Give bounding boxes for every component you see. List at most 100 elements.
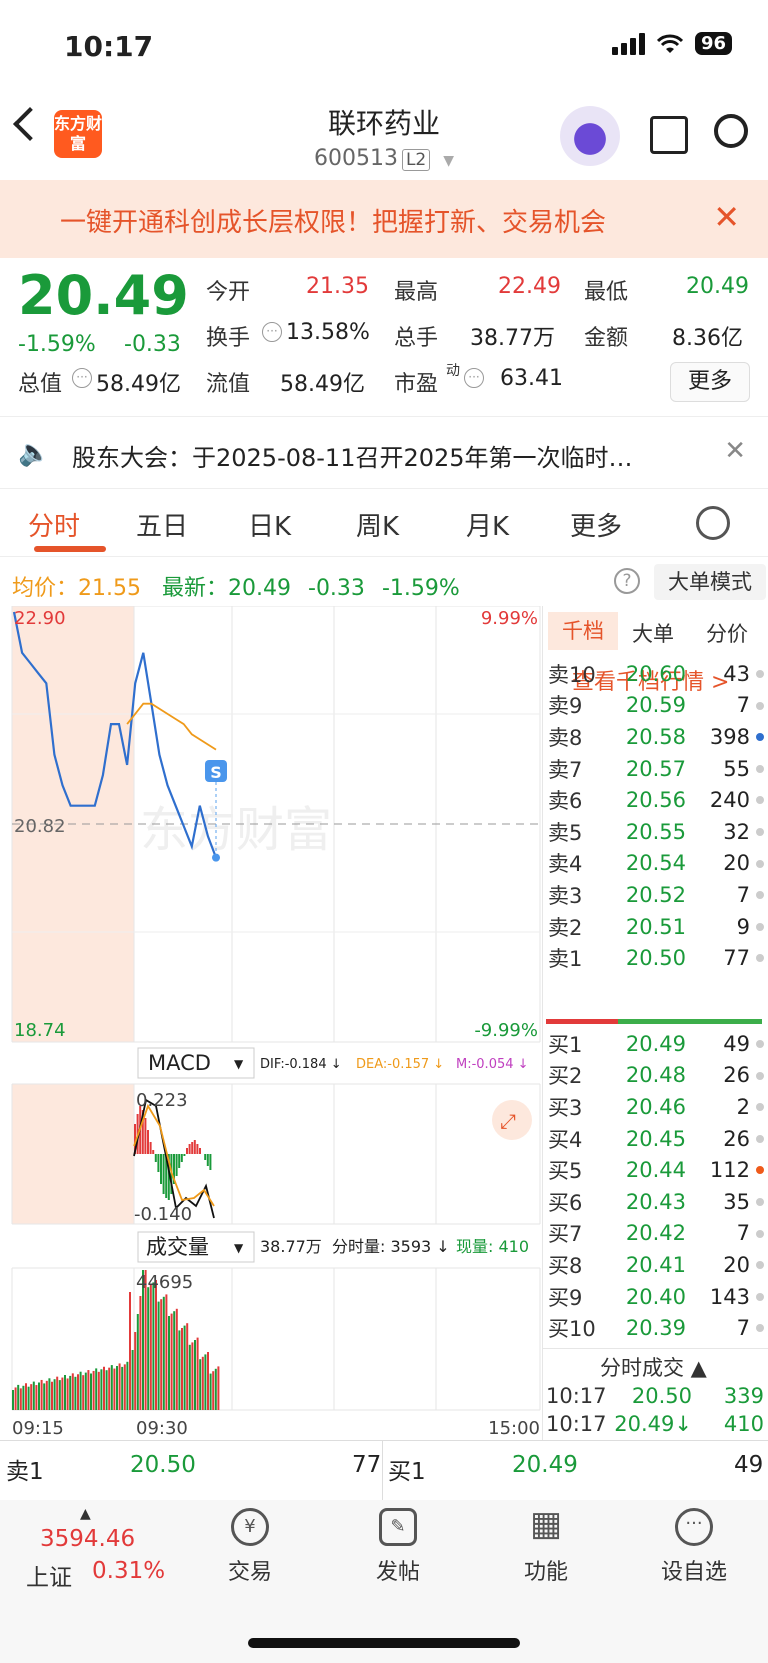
chevron-up-icon[interactable]: ▲ bbox=[80, 1506, 91, 1522]
bid-row[interactable]: 买9 20.40 143 bbox=[548, 1281, 764, 1313]
y-top-label: 22.90 bbox=[14, 608, 66, 629]
ask-row[interactable]: 卖3 20.52 7 bbox=[548, 879, 764, 911]
bid-price: 20.46 bbox=[625, 1094, 686, 1119]
ask-volume: 32 bbox=[723, 819, 750, 844]
volume-bar bbox=[56, 1376, 59, 1410]
ask-row[interactable]: 卖8 20.58 398 bbox=[548, 721, 764, 753]
ask-level-label: 卖10 bbox=[548, 662, 596, 687]
tab-fenshi[interactable]: 分时 bbox=[28, 506, 80, 543]
tab-more[interactable]: 更多 bbox=[570, 506, 622, 543]
tab-rik[interactable]: 日K bbox=[248, 506, 291, 543]
nav-functions[interactable]: ▦ 功能 bbox=[496, 1507, 596, 1586]
ask-level-label: 卖4 bbox=[548, 852, 583, 877]
x-tick-label: 09:30 bbox=[136, 1418, 188, 1439]
info-icon[interactable]: ··· bbox=[72, 368, 92, 388]
bid-row[interactable]: 买3 20.46 2 bbox=[548, 1091, 764, 1123]
bid-row[interactable]: 买1 20.49 49 bbox=[548, 1028, 764, 1060]
macd-bar bbox=[178, 1154, 181, 1168]
bottom-bid-vol: 49 bbox=[734, 1452, 764, 1478]
index-name[interactable]: 上证 bbox=[26, 1558, 72, 1592]
promo-banner-text[interactable]: 一键开通科创成长层权限！把握打新、交易机会 bbox=[60, 202, 606, 239]
bid-price: 20.45 bbox=[625, 1126, 686, 1151]
notice-text[interactable]: 股东大会：于2025-08-11召开2025年第一次临时… bbox=[72, 438, 633, 473]
info-icon[interactable]: ··· bbox=[464, 368, 484, 388]
index-pct[interactable]: 0.31% bbox=[92, 1558, 165, 1584]
ask-level-label: 卖1 bbox=[548, 947, 583, 972]
big-order-mode-button[interactable]: 大单模式 bbox=[654, 564, 766, 600]
volume-bar bbox=[45, 1380, 48, 1410]
bid-level-label: 买2 bbox=[548, 1064, 583, 1089]
ask-row[interactable]: 卖7 20.57 55 bbox=[548, 753, 764, 785]
help-icon[interactable]: ? bbox=[614, 568, 640, 594]
ask-row[interactable]: 卖9 20.59 7 bbox=[548, 690, 764, 722]
bid-level-label: 买9 bbox=[548, 1285, 583, 1310]
bid-row[interactable]: 买8 20.41 20 bbox=[548, 1249, 764, 1281]
nav-add-watchlist[interactable]: ··· 设自选 bbox=[644, 1508, 744, 1586]
bid-row[interactable]: 买5 20.44 112 bbox=[548, 1154, 764, 1186]
ask-volume: 240 bbox=[709, 788, 750, 813]
watermark: 东方财富 bbox=[140, 804, 332, 857]
intraday-chart[interactable]: 东方财富 S 22.90 20.82 18.74 9.99% -9.99% MA… bbox=[0, 606, 544, 1442]
macd-bar bbox=[157, 1154, 160, 1172]
gear-icon[interactable] bbox=[696, 506, 730, 540]
ask-row[interactable]: 卖10 20.60 43 bbox=[548, 658, 764, 690]
tab-zhouk[interactable]: 周K bbox=[356, 506, 399, 543]
mktcap-label: 总值 bbox=[18, 372, 63, 397]
volume-bar bbox=[27, 1386, 30, 1410]
index-value[interactable]: 3594.46 bbox=[40, 1526, 135, 1552]
battery-indicator: 96 bbox=[694, 32, 732, 55]
ask-price: 20.55 bbox=[625, 819, 686, 844]
ask-row[interactable]: 卖2 20.51 9 bbox=[548, 911, 764, 943]
bid-volume: 7 bbox=[736, 1316, 750, 1341]
macd-bars bbox=[133, 1098, 215, 1219]
tab-dadan[interactable]: 大单 bbox=[632, 618, 674, 648]
bid-price: 20.49 bbox=[625, 1031, 686, 1056]
tab-qiandang[interactable]: 千档 bbox=[548, 612, 618, 650]
volume-bar bbox=[126, 1361, 129, 1410]
tab-fenjia[interactable]: 分价 bbox=[706, 618, 748, 648]
volume-bar bbox=[32, 1381, 35, 1410]
tab-wuri[interactable]: 五日 bbox=[136, 506, 188, 543]
ask-row[interactable]: 卖4 20.54 20 bbox=[548, 848, 764, 880]
close-icon[interactable]: ✕ bbox=[724, 436, 746, 466]
y-bot-label: 18.74 bbox=[14, 1020, 66, 1041]
macd-dea: DEA:-0.157 ↓ bbox=[356, 1057, 444, 1072]
trades-title[interactable]: 分时成交 ▲ bbox=[600, 1352, 707, 1382]
divider bbox=[0, 556, 768, 557]
chevron-down-icon: ▼ bbox=[234, 1241, 244, 1255]
macd-bar bbox=[193, 1140, 196, 1154]
volume-bar bbox=[82, 1375, 85, 1410]
ask-row[interactable]: 卖6 20.56 240 bbox=[548, 784, 764, 816]
ask-volume: 55 bbox=[723, 756, 750, 781]
close-icon[interactable]: ✕ bbox=[713, 198, 740, 236]
more-button[interactable]: 更多 bbox=[670, 362, 750, 402]
search-icon[interactable] bbox=[714, 114, 748, 148]
ask-row[interactable]: 卖1 20.50 77 bbox=[548, 942, 764, 974]
x-tick-label: 09:15 bbox=[12, 1418, 64, 1439]
ask-price: 20.52 bbox=[625, 882, 686, 907]
bid-row[interactable]: 买4 20.45 26 bbox=[548, 1123, 764, 1155]
bid-row[interactable]: 买2 20.48 26 bbox=[548, 1060, 764, 1092]
volume-bar bbox=[58, 1380, 61, 1410]
order-dot-icon bbox=[756, 1229, 764, 1238]
bid-ask-ratio-bar bbox=[546, 1019, 762, 1024]
volume-label: 成交量 bbox=[146, 1235, 209, 1259]
tab-yuek[interactable]: 月K bbox=[466, 506, 509, 543]
turnover-value: 13.58% bbox=[286, 320, 370, 345]
nav-trade[interactable]: ¥ 交易 bbox=[200, 1508, 300, 1586]
assistant-avatar-icon[interactable] bbox=[560, 106, 620, 166]
share-icon[interactable] bbox=[650, 116, 688, 154]
bid-level-label: 买8 bbox=[548, 1253, 583, 1278]
bid-level-label: 买6 bbox=[548, 1190, 583, 1215]
volume-now: 现量: 410 bbox=[456, 1237, 529, 1256]
open-label: 今开 bbox=[206, 280, 251, 305]
nav-post[interactable]: ✎ 发帖 bbox=[348, 1508, 448, 1586]
status-time: 10:17 bbox=[64, 30, 154, 63]
bid-row[interactable]: 买7 20.42 7 bbox=[548, 1218, 764, 1250]
info-icon[interactable]: ··· bbox=[262, 322, 282, 342]
volume-bar bbox=[90, 1373, 92, 1410]
bid-row[interactable]: 买6 20.43 35 bbox=[548, 1186, 764, 1218]
macd-label: MACD bbox=[148, 1051, 211, 1075]
ask-row[interactable]: 卖5 20.55 32 bbox=[548, 816, 764, 848]
bid-row[interactable]: 买10 20.39 7 bbox=[548, 1312, 764, 1344]
